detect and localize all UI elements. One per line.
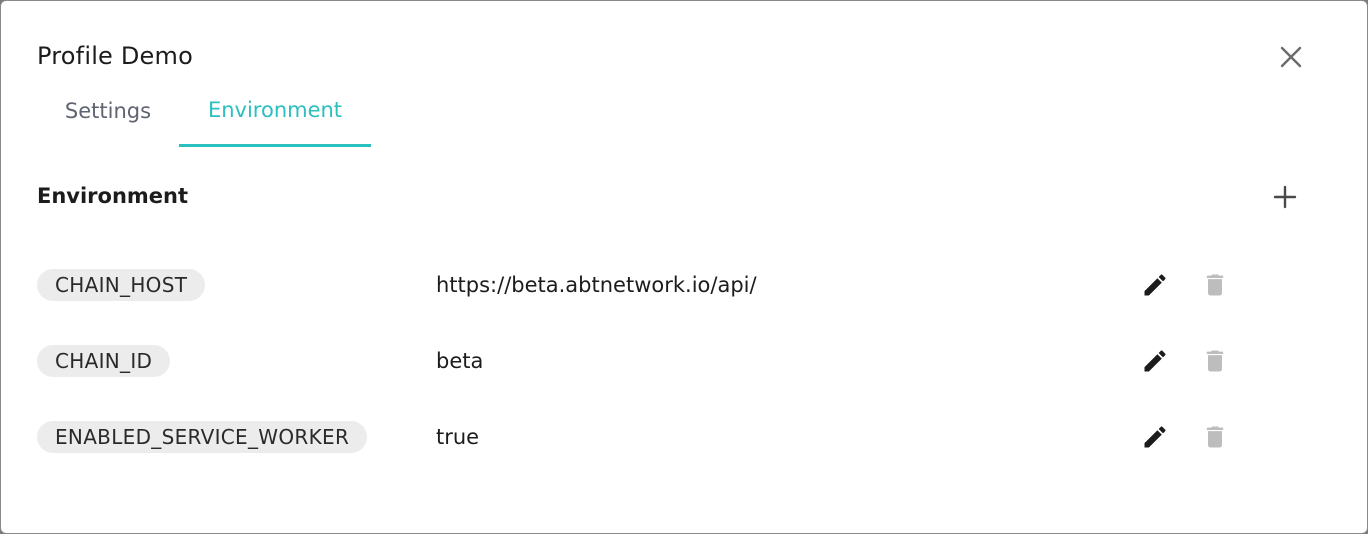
tab-environment[interactable]: Environment [179, 85, 371, 147]
delete-button[interactable] [1197, 267, 1233, 303]
delete-button[interactable] [1197, 419, 1233, 455]
env-row: CHAIN_ID beta [37, 341, 1257, 381]
dialog-title: Profile Demo [37, 42, 193, 70]
env-key-chip: ENABLED_SERVICE_WORKER [37, 421, 368, 453]
env-row: CHAIN_HOST https://beta.abtnetwork.io/ap… [37, 265, 1257, 305]
plus-icon [1273, 185, 1297, 209]
edit-button[interactable] [1137, 267, 1173, 303]
env-value: true [436, 425, 480, 449]
profile-dialog: Profile Demo Settings Environment Enviro… [0, 0, 1368, 534]
env-value: https://beta.abtnetwork.io/api/ [436, 273, 757, 297]
tab-settings-label: Settings [64, 99, 152, 123]
delete-button[interactable] [1197, 343, 1233, 379]
tab-environment-label: Environment [207, 97, 343, 122]
pencil-icon [1144, 274, 1166, 296]
env-row: ENABLED_SERVICE_WORKER true [37, 417, 1257, 457]
pencil-icon [1144, 426, 1166, 448]
add-variable-button[interactable] [1267, 179, 1303, 215]
trash-icon [1206, 350, 1224, 372]
pencil-icon [1144, 350, 1166, 372]
section-title: Environment [37, 184, 189, 208]
trash-icon [1206, 426, 1224, 448]
close-button[interactable] [1273, 39, 1309, 75]
env-value: beta [436, 349, 484, 373]
edit-button[interactable] [1137, 419, 1173, 455]
trash-icon [1206, 274, 1224, 296]
env-key-chip: CHAIN_HOST [37, 269, 206, 301]
tab-settings[interactable]: Settings [37, 85, 179, 147]
close-icon [1280, 46, 1302, 68]
edit-button[interactable] [1137, 343, 1173, 379]
tab-bar: Settings Environment [37, 85, 371, 147]
env-key-chip: CHAIN_ID [37, 345, 171, 377]
